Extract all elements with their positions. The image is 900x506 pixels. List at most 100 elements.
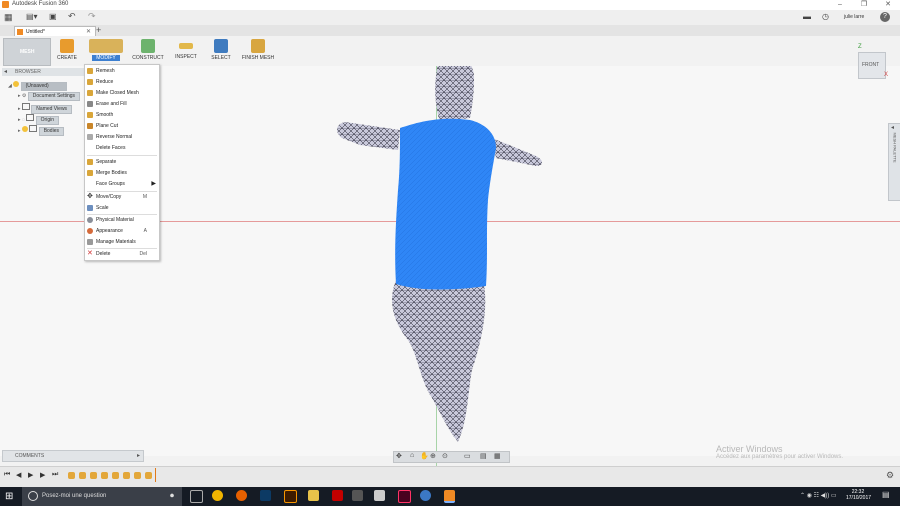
netflix-icon[interactable]	[332, 490, 343, 501]
go-to-end-icon[interactable]: ⏭	[52, 471, 58, 479]
timeline-feature-icon[interactable]	[101, 472, 108, 479]
create-icon	[60, 39, 74, 53]
step-forward-icon[interactable]: ▶	[40, 471, 45, 479]
file-explorer-icon[interactable]	[308, 490, 319, 501]
mesh-palette-tab[interactable]: ◂ MESH PALETTE	[888, 123, 900, 201]
redo-icon[interactable]: ↷	[88, 11, 102, 21]
save-icon[interactable]: ▣	[49, 12, 59, 22]
workspace-switcher[interactable]: MESH	[3, 38, 51, 66]
lightbulb-icon[interactable]	[13, 81, 20, 87]
mesh-body[interactable]	[300, 50, 560, 450]
timeline-feature-icon[interactable]	[123, 472, 130, 479]
chrome-icon[interactable]	[212, 490, 223, 501]
browser-node-document-settings[interactable]: ▸ ⚙ Document Settings	[18, 92, 81, 102]
menu-item-separate[interactable]: Separate	[85, 157, 159, 167]
timeline-feature-icon[interactable]	[134, 472, 141, 479]
action-center-icon[interactable]: ▤	[882, 490, 890, 499]
viewports-icon[interactable]: ▦	[494, 452, 501, 460]
menu-item-remesh[interactable]: Remesh	[85, 66, 159, 76]
play-icon[interactable]: ▶	[28, 471, 33, 479]
ribbon-group-create[interactable]: CREATE	[55, 38, 79, 65]
timeline-features[interactable]	[68, 468, 156, 482]
menu-item-smooth[interactable]: Smooth	[85, 110, 159, 120]
maximize-button[interactable]: ❐	[852, 0, 876, 10]
task-view-icon[interactable]	[190, 490, 203, 503]
comments-toggle-icon[interactable]: ▸	[137, 452, 140, 459]
menu-item-scale[interactable]: Scale	[85, 203, 159, 213]
menu-item-move-copy[interactable]: ✥ Move/Copy M	[85, 192, 159, 202]
orbit-icon[interactable]: ✥	[396, 452, 402, 460]
timeline-feature-icon[interactable]	[68, 472, 75, 479]
display-settings-icon[interactable]: ▭	[464, 452, 471, 460]
comments-panel[interactable]: COMMENTS ▸	[2, 450, 144, 462]
grid-menu-icon[interactable]: ▦	[4, 12, 14, 22]
menu-item-merge-bodies[interactable]: Merge Bodies	[85, 168, 159, 178]
microphone-icon[interactable]: ⏺	[170, 491, 174, 501]
file-menu-icon[interactable]: ▤▾	[26, 12, 40, 22]
clock-icon[interactable]: ◷	[822, 12, 832, 22]
indesign-icon[interactable]	[398, 490, 411, 503]
expand-icon[interactable]: ◂	[891, 124, 894, 131]
system-tray-icons[interactable]: ⌃ ◉ ☷ ◀)) ▭	[800, 492, 837, 499]
menu-item-erase-and-fill[interactable]: Erase and Fill	[85, 99, 159, 109]
timeline-feature-icon[interactable]	[90, 472, 97, 479]
timeline-settings-icon[interactable]: ⚙	[886, 470, 894, 481]
menu-item-manage-materials[interactable]: Manage Materials	[85, 237, 159, 247]
photoshop-icon[interactable]	[260, 490, 271, 501]
illustrator-icon[interactable]	[284, 490, 297, 503]
taskbar-search[interactable]: Posez-moi une question ⏺	[22, 487, 182, 506]
timeline-feature-icon[interactable]	[145, 472, 152, 479]
menu-item-plane-cut[interactable]: Plane Cut	[85, 121, 159, 131]
menu-item-make-closed-mesh[interactable]: Make Closed Mesh	[85, 88, 159, 98]
grid-settings-icon[interactable]: ▤	[480, 452, 487, 460]
firefox-icon[interactable]	[236, 490, 247, 501]
close-tab-icon[interactable]: ✕	[86, 28, 91, 35]
menu-item-delete-faces[interactable]: Delete Faces	[85, 143, 159, 153]
timeline-marker[interactable]	[155, 468, 156, 482]
notifications-icon[interactable]: ▬	[803, 12, 813, 22]
browser-root[interactable]: ◢ (Unsaved)	[8, 81, 67, 91]
taskbar-clock[interactable]: 22:32 17/10/2017	[846, 489, 871, 501]
fusion-360-active-icon[interactable]	[444, 490, 455, 503]
timeline-feature-icon[interactable]	[112, 472, 119, 479]
store-icon[interactable]	[352, 490, 363, 501]
mail-icon[interactable]	[374, 490, 385, 501]
start-icon[interactable]: ⊞	[5, 491, 13, 502]
ribbon-group-construct[interactable]: CONSTRUCT	[131, 38, 165, 65]
ribbon-group-modify[interactable]: MODIFY	[84, 38, 128, 65]
minimize-button[interactable]: –	[828, 0, 852, 10]
browser-node-named-views[interactable]: ▸ Named Views	[18, 103, 73, 114]
menu-item-delete[interactable]: ✕ Delete Del	[85, 249, 159, 259]
lightbulb-icon[interactable]	[21, 126, 28, 132]
fit-icon[interactable]: ⊙	[442, 452, 448, 460]
timeline-feature-icon[interactable]	[79, 472, 86, 479]
fusion-360-icon[interactable]	[420, 490, 431, 501]
axis-z-label: Z	[858, 44, 862, 50]
menu-item-reduce[interactable]: Reduce	[85, 77, 159, 87]
pan-icon[interactable]: ✋	[420, 452, 429, 460]
collapse-icon[interactable]: ◂	[4, 68, 7, 75]
look-at-icon[interactable]: ⌂	[410, 452, 414, 459]
step-back-icon[interactable]: ◀	[16, 471, 21, 479]
browser-header[interactable]: ◂ BROWSER	[2, 68, 84, 76]
user-menu[interactable]: julie larre	[844, 14, 864, 20]
zoom-icon[interactable]: ⊕	[430, 452, 436, 460]
undo-icon[interactable]: ↶	[68, 11, 82, 21]
menu-item-reverse-normal[interactable]: Reverse Normal	[85, 132, 159, 142]
browser-node-origin[interactable]: ▸ ◌ Origin	[18, 114, 60, 125]
menu-item-physical-material[interactable]: Physical Material	[85, 215, 159, 225]
go-to-start-icon[interactable]: ⏮	[4, 471, 10, 479]
menu-item-appearance[interactable]: Appearance A	[85, 226, 159, 236]
help-icon[interactable]: ?	[880, 12, 890, 22]
ribbon-group-inspect[interactable]: INSPECT	[173, 38, 199, 65]
ribbon-group-select[interactable]: SELECT	[208, 38, 234, 65]
new-tab-button[interactable]: +	[96, 25, 101, 35]
root-component[interactable]: (Unsaved)	[20, 82, 67, 91]
browser-node-bodies[interactable]: ▸ Bodies	[18, 125, 64, 136]
close-window-button[interactable]: ✕	[876, 0, 900, 10]
browser-panel: ◂ BROWSER ◢ (Unsaved) ▸ ⚙ Document Setti…	[0, 66, 85, 141]
menu-item-face-groups[interactable]: Face Groups ▶	[85, 179, 159, 189]
ribbon-group-finish-mesh[interactable]: FINISH MESH	[240, 38, 276, 65]
workspace-label: MESH	[20, 49, 35, 55]
view-cube[interactable]: FRONT	[858, 52, 886, 79]
